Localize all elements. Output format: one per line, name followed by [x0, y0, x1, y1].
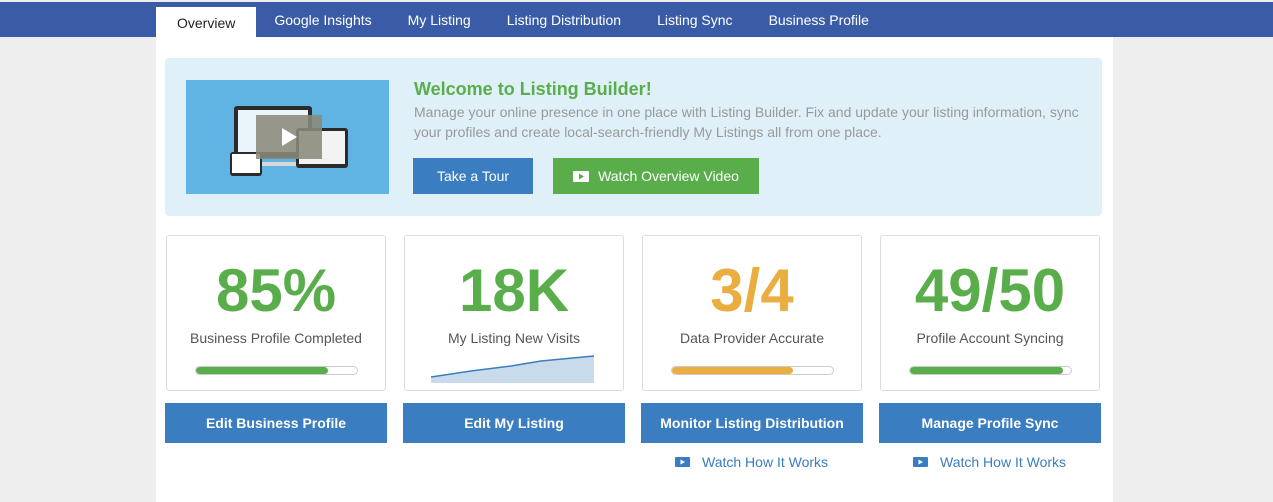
progress-bar — [195, 366, 358, 375]
tab-listing-sync[interactable]: Listing Sync — [639, 2, 750, 37]
monitor-listing-distribution-button[interactable]: Monitor Listing Distribution — [641, 403, 863, 443]
welcome-banner: Welcome to Listing Builder! Manage your … — [165, 58, 1102, 216]
tab-listing-distribution[interactable]: Listing Distribution — [489, 2, 639, 37]
watch-how-it-works-label: Watch How It Works — [940, 454, 1067, 470]
welcome-title: Welcome to Listing Builder! — [414, 79, 652, 99]
take-a-tour-button[interactable]: Take a Tour — [413, 158, 533, 194]
stat-label: Business Profile Completed — [190, 330, 362, 346]
edit-my-listing-button[interactable]: Edit My Listing — [403, 403, 625, 443]
nav-tabs: Overview Google Insights My Listing List… — [156, 2, 887, 43]
stat-label: Profile Account Syncing — [916, 330, 1064, 346]
video-play-icon — [913, 457, 928, 467]
video-play-icon — [675, 457, 690, 467]
video-play-icon — [573, 170, 590, 182]
watch-how-it-works-link-distribution[interactable]: Watch How It Works — [675, 454, 828, 470]
progress-fill — [910, 367, 1063, 374]
watch-overview-video-label: Watch Overview Video — [598, 168, 739, 184]
stat-label: My Listing New Visits — [447, 330, 580, 346]
stat-value: 18K — [458, 257, 570, 324]
tab-business-profile[interactable]: Business Profile — [751, 2, 887, 37]
visits-sparkline — [431, 355, 595, 383]
tab-google-insights[interactable]: Google Insights — [256, 2, 389, 37]
progress-bar — [671, 366, 834, 375]
top-navigation-bar: Overview Google Insights My Listing List… — [0, 2, 1273, 43]
main-panel: Welcome to Listing Builder! Manage your … — [156, 37, 1113, 502]
progress-fill — [196, 367, 329, 374]
stat-card-my-listing: 18K My Listing New Visits — [404, 235, 624, 391]
watch-how-it-works-link-sync[interactable]: Watch How It Works — [913, 454, 1066, 470]
overview-video-thumbnail[interactable] — [186, 80, 389, 194]
devices-play-icon — [230, 106, 348, 176]
stat-card-business-profile: 85% Business Profile Completed — [166, 235, 386, 391]
tab-my-listing[interactable]: My Listing — [390, 2, 489, 37]
stat-label: Data Provider Accurate — [680, 330, 824, 346]
watch-how-it-works-label: Watch How It Works — [702, 454, 829, 470]
stat-card-profile-sync: 49/50 Profile Account Syncing — [880, 235, 1100, 391]
stat-card-data-provider: 3/4 Data Provider Accurate — [642, 235, 862, 391]
progress-fill — [672, 367, 793, 374]
edit-business-profile-button[interactable]: Edit Business Profile — [165, 403, 387, 443]
stat-value: 85% — [215, 257, 337, 324]
watch-overview-video-button[interactable]: Watch Overview Video — [553, 158, 759, 194]
welcome-description: Manage your online presence in one place… — [414, 104, 1079, 140]
stat-value: 49/50 — [914, 257, 1066, 324]
stat-value: 3/4 — [710, 257, 794, 324]
progress-bar — [909, 366, 1072, 375]
manage-profile-sync-button[interactable]: Manage Profile Sync — [879, 403, 1101, 443]
